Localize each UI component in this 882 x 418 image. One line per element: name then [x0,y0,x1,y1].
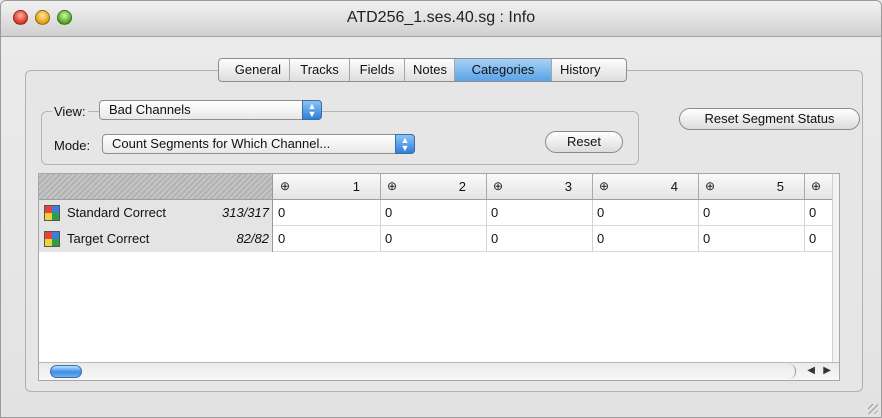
table-cell[interactable]: 0 [699,226,805,252]
table-cell[interactable]: 0 [487,226,593,252]
table-cell[interactable]: 0 [381,200,487,226]
table-header: ⊕ 1 ⊕ 2 ⊕ 3 ⊕ 4 ⊕ 5 ⊕ [39,174,839,200]
column-number: 1 [352,179,360,194]
target-icon: ⊕ [280,179,291,193]
categories-table: ⊕ 1 ⊕ 2 ⊕ 3 ⊕ 4 ⊕ 5 ⊕ Standard Correct 3… [38,173,840,381]
horizontal-scrollbar[interactable]: ◀ ▶ [39,362,839,380]
table-cell[interactable]: 0 [699,200,805,226]
category-color-icon [44,231,60,247]
category-color-icon [44,205,60,221]
popup-arrows-icon: ▲ ▼ [395,134,415,154]
tab-notes[interactable]: Notes [405,59,455,81]
column-header-4[interactable]: ⊕ 4 [593,174,699,199]
row-name: Target Correct [67,231,150,246]
window-title: ATD256_1.ses.40.sg : Info [346,9,536,26]
scroll-right-arrow-icon[interactable]: ▶ [823,365,831,376]
view-popup[interactable]: Bad Channels ▲ ▼ [99,100,322,120]
column-number: 2 [458,179,466,194]
target-icon: ⊕ [811,179,822,193]
column-number: 5 [776,179,784,194]
tab-general[interactable]: General [219,59,290,81]
resize-grip-icon[interactable] [868,404,878,414]
scroll-thumb[interactable] [50,365,82,378]
target-icon: ⊕ [705,179,716,193]
tab-history[interactable]: History [552,59,626,81]
view-label: View: [52,104,88,119]
reset-button[interactable]: Reset [545,131,623,153]
table-cell[interactable]: 0 [487,200,593,226]
tab-tracks[interactable]: Tracks [290,59,350,81]
mode-label: Mode: [52,138,93,153]
vertical-scrollbar[interactable] [832,174,839,363]
row-name: Standard Correct [67,205,166,220]
table-row[interactable]: Target Correct 82/82 0 0 0 0 0 0 [39,226,839,252]
column-header-3[interactable]: ⊕ 3 [487,174,593,199]
table-cell[interactable]: 0 [593,226,699,252]
table-cell[interactable]: 0 [274,226,381,252]
column-number: 4 [670,179,678,194]
tab-fields[interactable]: Fields [350,59,405,81]
mode-popup[interactable]: Count Segments for Which Channel... ▲ ▼ [102,134,415,154]
header-corner [39,174,273,199]
row-count: 82/82 [236,231,269,246]
column-header-2[interactable]: ⊕ 2 [381,174,487,199]
row-header: Standard Correct 313/317 [39,200,273,226]
column-number: 3 [564,179,572,194]
scroll-left-arrow-icon[interactable]: ◀ [807,365,815,376]
info-window: ATD256_1.ses.40.sg : Info General Tracks… [0,0,882,418]
column-header-5[interactable]: ⊕ 5 [699,174,805,199]
table-cell[interactable]: 0 [381,226,487,252]
table-cell[interactable]: 0 [593,200,699,226]
row-count: 313/317 [222,205,269,220]
target-icon: ⊕ [493,179,504,193]
target-icon: ⊕ [387,179,398,193]
title-bar[interactable]: ATD256_1.ses.40.sg : Info [1,1,881,37]
reset-segment-status-button[interactable]: Reset Segment Status [679,108,860,130]
tab-bar: General Tracks Fields Notes Categories H… [218,58,627,82]
mode-popup-value: Count Segments for Which Channel... [112,136,331,151]
popup-arrows-icon: ▲ ▼ [302,100,322,120]
view-popup-value: Bad Channels [109,102,191,117]
target-icon: ⊕ [599,179,610,193]
scroll-track-end [788,364,796,379]
table-cell[interactable]: 0 [274,200,381,226]
tab-categories[interactable]: Categories [455,59,552,81]
column-header-1[interactable]: ⊕ 1 [274,174,381,199]
table-row[interactable]: Standard Correct 313/317 0 0 0 0 0 0 [39,200,839,226]
row-header: Target Correct 82/82 [39,226,273,252]
